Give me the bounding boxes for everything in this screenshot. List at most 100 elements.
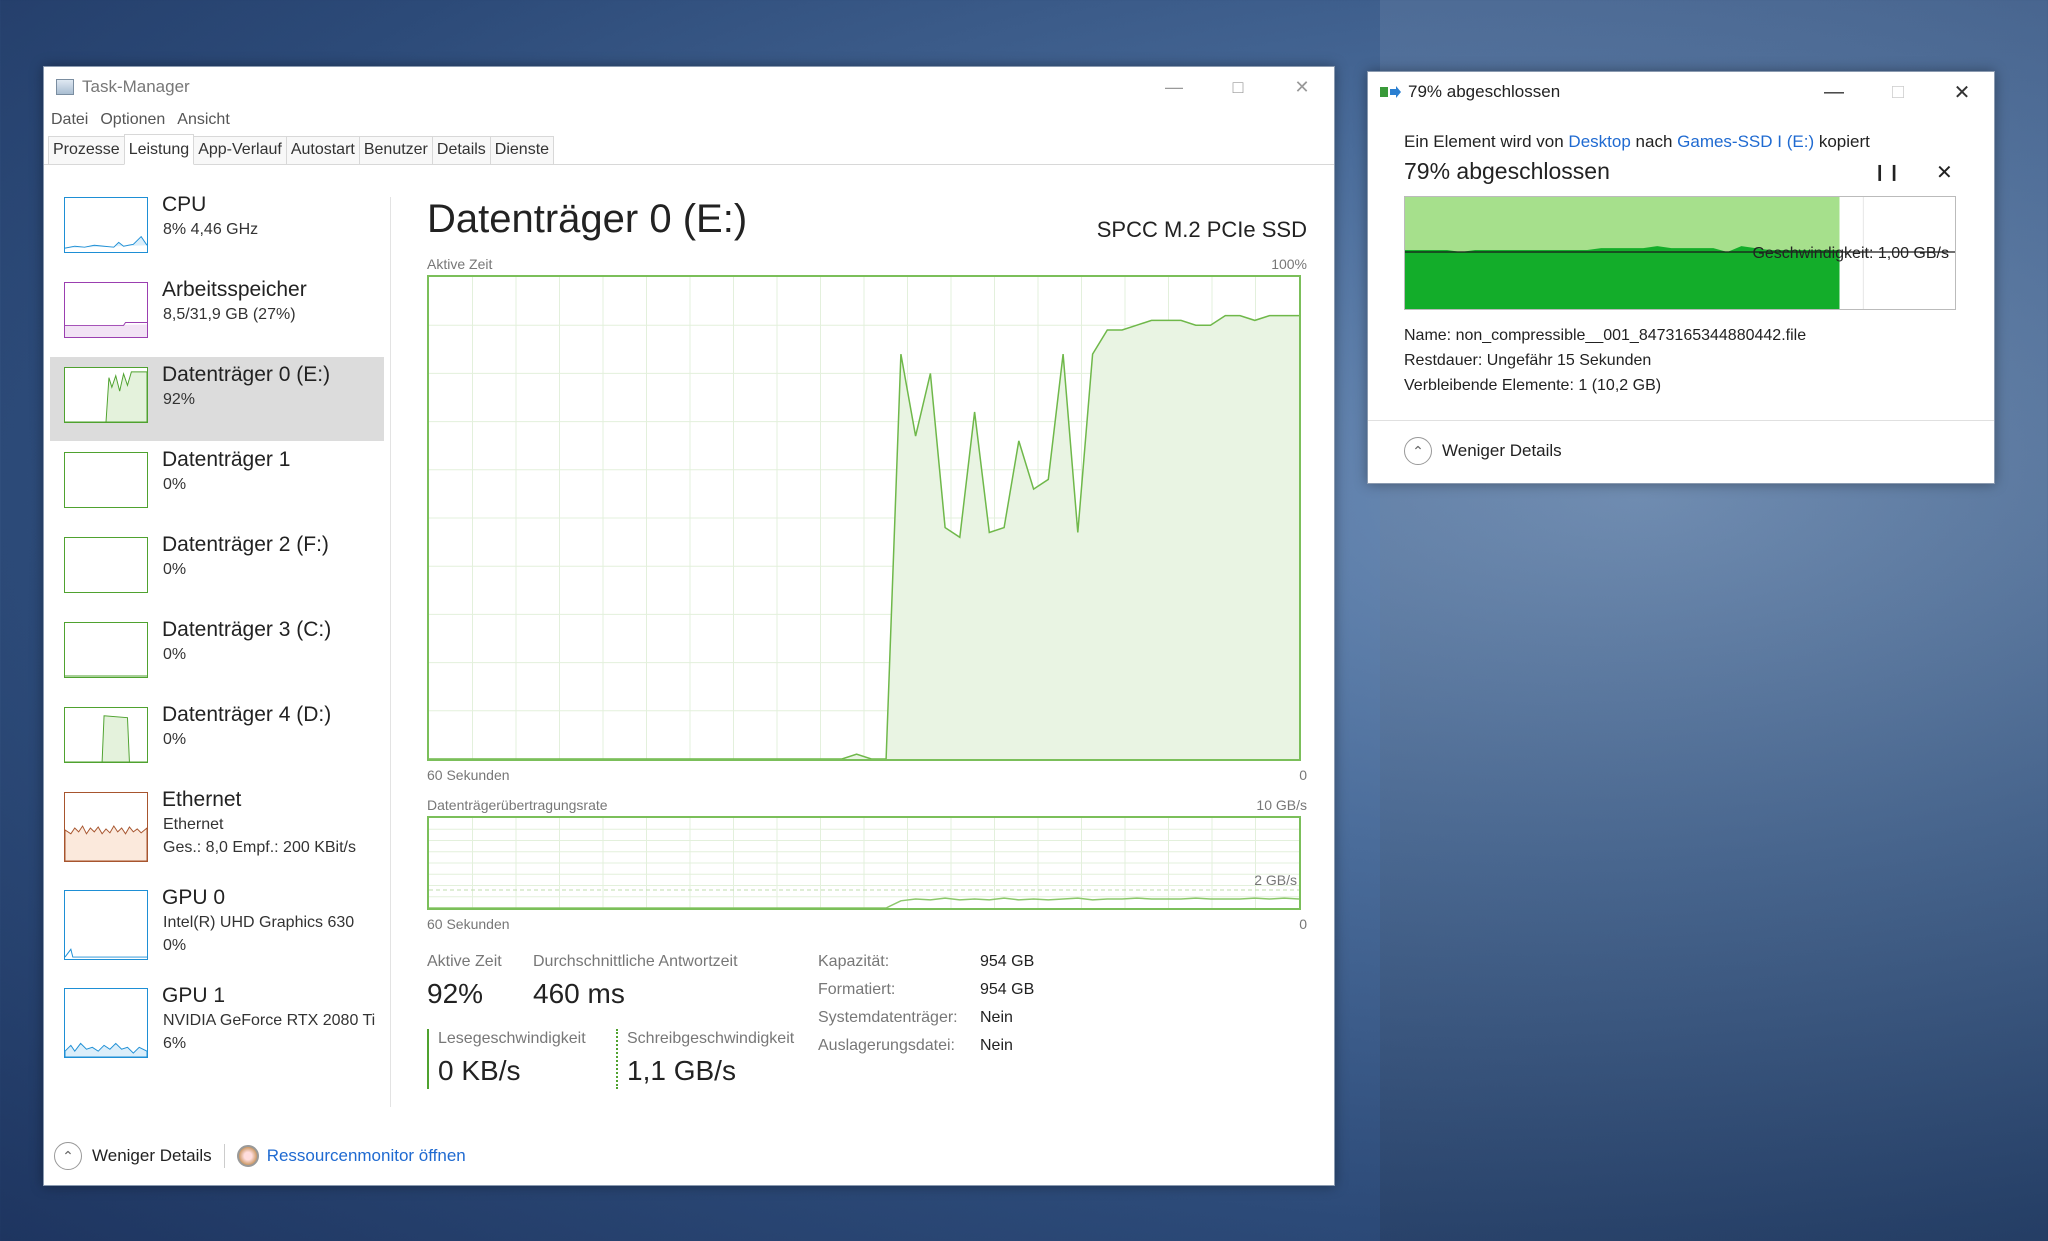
active-time-graph-label: Aktive Zeit	[427, 256, 493, 272]
sidebar-item-sub2: 0%	[163, 937, 187, 954]
maximize-button[interactable]: □	[1206, 67, 1270, 107]
task-manager-window: Task-Manager — □ ✕ Datei Optionen Ansich…	[43, 66, 1335, 1186]
source-link[interactable]: Desktop	[1568, 132, 1630, 151]
sidebar-item-sub2: 6%	[163, 1035, 187, 1052]
active-time-graph	[427, 275, 1301, 761]
sidebar-item-name: GPU 1	[162, 984, 226, 1007]
tab-autostart[interactable]: Autostart	[285, 136, 360, 164]
copy-dialog-separator	[1368, 420, 1994, 421]
tab-app-verlauf[interactable]: App-Verlauf	[193, 136, 287, 164]
active-time-stat-label: Aktive Zeit	[427, 953, 502, 970]
read-speed-value: 0 KB/s	[438, 1055, 521, 1086]
chevron-up-icon[interactable]: ⌃	[1404, 437, 1432, 465]
resource-monitor-link[interactable]: Ressourcenmonitor öffnen	[267, 1146, 466, 1166]
sidebar-item-name: Datenträger 4 (D:)	[162, 703, 332, 726]
sidebar-item-sub2: Ges.: 8,0 Empf.: 200 KBit/s	[163, 839, 356, 856]
sidebar-item-disk-1[interactable]: Datenträger 1 0%	[50, 442, 384, 526]
response-time-label: Durchschnittliche Antwortzeit	[533, 953, 738, 970]
gpu-0-thumbnail-graph	[64, 890, 148, 960]
sidebar-item-disk-2[interactable]: Datenträger 2 (F:) 0%	[50, 527, 384, 611]
remaining-items-label: Verbleibende Elemente:	[1404, 377, 1574, 394]
property-key: Auslagerungsdatei:	[818, 1037, 955, 1054]
minimize-button[interactable]: —	[1802, 72, 1866, 112]
tab-prozesse[interactable]: Prozesse	[48, 136, 125, 164]
transfer-graph-xend: 0	[1299, 916, 1307, 932]
copy-speed-text: Geschwindigkeit: 1,00 GB/s	[1752, 245, 1949, 262]
remaining-items-value: 1 (10,2 GB)	[1578, 377, 1662, 394]
sidebar-item-ethernet[interactable]: Ethernet Ethernet Ges.: 8,0 Empf.: 200 K…	[50, 782, 384, 882]
tab-details[interactable]: Details	[431, 136, 491, 164]
file-name-row: Name: non_compressible__001_847316534488…	[1404, 327, 1806, 345]
sidebar-item-disk-4[interactable]: Datenträger 4 (D:) 0%	[50, 697, 384, 781]
property-value: Nein	[980, 1009, 1013, 1026]
less-details-button[interactable]: Weniger Details	[92, 1146, 212, 1166]
transfer-rate-graph: 2 GB/s	[427, 816, 1301, 910]
window-title: Task-Manager	[82, 77, 190, 96]
copy-line-mid: nach	[1635, 132, 1673, 151]
active-time-graph-max: 100%	[1271, 256, 1307, 272]
menu-optionen[interactable]: Optionen	[100, 111, 165, 129]
sidebar-divider	[390, 197, 391, 1107]
disk-model: SPCC M.2 PCIe SSD	[1096, 217, 1307, 242]
sidebar-item-name: Datenträger 0 (E:)	[162, 363, 331, 386]
sidebar-item-name: Arbeitsspeicher	[162, 278, 307, 301]
tab-leistung[interactable]: Leistung	[123, 134, 195, 165]
disk-0-thumbnail-graph	[64, 367, 148, 423]
remaining-time-value: Ungefähr 15 Sekunden	[1486, 352, 1652, 369]
sidebar-item-sub: Intel(R) UHD Graphics 630	[163, 914, 355, 931]
sidebar-item-sub: 0%	[163, 476, 187, 493]
transfer-graph-mid-label: 2 GB/s	[1254, 872, 1297, 888]
read-speed-indicator	[427, 1029, 429, 1089]
remaining-time-row: Restdauer: Ungefähr 15 Sekunden	[1404, 352, 1651, 370]
resource-sidebar: CPU 8% 4,46 GHz Arbeitsspeicher 8,5/31,9…	[50, 187, 384, 1117]
sidebar-item-sub: 8,5/31,9 GB (27%)	[163, 306, 296, 323]
destination-link[interactable]: Games-SSD I (E:)	[1677, 132, 1814, 151]
minimize-button[interactable]: —	[1142, 67, 1206, 107]
sidebar-item-sub: 0%	[163, 731, 187, 748]
copy-dialog-footer: ⌃ Weniger Details	[1404, 437, 1562, 465]
write-speed-indicator	[616, 1029, 618, 1089]
sidebar-item-disk-0[interactable]: Datenträger 0 (E:) 92%	[50, 357, 384, 441]
close-button[interactable]: ✕	[1270, 67, 1334, 107]
copy-line-suffix: kopiert	[1818, 132, 1870, 151]
sidebar-item-cpu[interactable]: CPU 8% 4,46 GHz	[50, 187, 384, 271]
tab-dienste[interactable]: Dienste	[489, 136, 555, 164]
disk-3-thumbnail-graph	[64, 622, 148, 678]
file-name-value: non_compressible__001_8473165344880442.f…	[1455, 327, 1807, 344]
menu-datei[interactable]: Datei	[51, 111, 88, 129]
disk-title: Datenträger 0 (E:)	[427, 197, 748, 241]
task-manager-icon	[56, 79, 74, 95]
sidebar-item-gpu-0[interactable]: GPU 0 Intel(R) UHD Graphics 630 0%	[50, 880, 384, 978]
disk-2-thumbnail-graph	[64, 537, 148, 593]
pause-icon[interactable]: ❙❙	[1873, 162, 1902, 182]
titlebar[interactable]: Task-Manager	[44, 67, 1334, 107]
remaining-time-label: Restdauer:	[1404, 352, 1483, 369]
active-time-graph-xend: 0	[1299, 767, 1307, 783]
disk-1-thumbnail-graph	[64, 452, 148, 508]
copy-progress-dialog: 79% abgeschlossen — □ ✕ Ein Element wird…	[1367, 71, 1995, 484]
property-key: Systemdatenträger:	[818, 1009, 958, 1026]
close-button[interactable]: ✕	[1930, 72, 1994, 112]
copy-less-details-button[interactable]: Weniger Details	[1442, 441, 1562, 461]
memory-thumbnail-graph	[64, 282, 148, 338]
sidebar-item-gpu-1[interactable]: GPU 1 NVIDIA GeForce RTX 2080 Ti 6%	[50, 978, 384, 1076]
tab-bar: Prozesse Leistung App-Verlauf Autostart …	[44, 133, 1334, 165]
tab-benutzer[interactable]: Benutzer	[358, 136, 433, 164]
copy-speed-graph: Geschwindigkeit: 1,00 GB/s	[1404, 196, 1956, 310]
active-time-stat-value: 92%	[427, 978, 484, 1009]
sidebar-item-disk-3[interactable]: Datenträger 3 (C:) 0%	[50, 612, 384, 696]
sidebar-item-memory[interactable]: Arbeitsspeicher 8,5/31,9 GB (27%)	[50, 272, 384, 356]
copy-percent-text: 79% abgeschlossen	[1404, 158, 1610, 184]
sidebar-item-sub: 8% 4,46 GHz	[163, 221, 259, 238]
copy-line-prefix: Ein Element wird von	[1404, 132, 1564, 151]
copy-description: Ein Element wird von Desktop nach Games-…	[1404, 132, 1870, 152]
menu-ansicht[interactable]: Ansicht	[177, 111, 229, 129]
sidebar-item-name: Datenträger 1	[162, 448, 291, 471]
response-time-value: 460 ms	[533, 978, 625, 1009]
sidebar-item-name: Ethernet	[162, 788, 242, 811]
property-key: Formatiert:	[818, 981, 896, 998]
maximize-button: □	[1891, 80, 1905, 103]
chevron-up-icon[interactable]: ⌃	[54, 1142, 82, 1170]
sidebar-item-name: CPU	[162, 193, 207, 216]
cancel-icon[interactable]: ✕	[1936, 160, 1953, 185]
